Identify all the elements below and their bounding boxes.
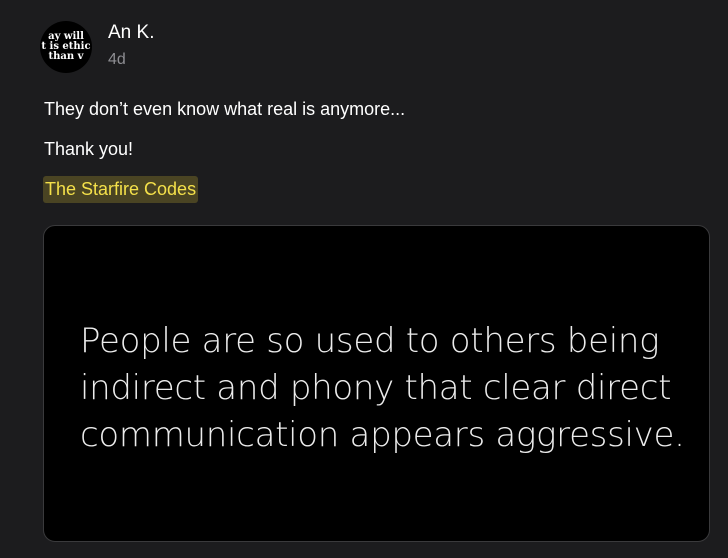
avatar-text-line: than v — [48, 51, 84, 62]
quote-image[interactable]: People are so used to others being indir… — [43, 225, 710, 542]
post-card: ay will t is ethic than v An K. 4d They … — [0, 0, 728, 558]
post-timestamp: 4d — [108, 51, 126, 68]
post-body-line: Thank you! — [44, 139, 134, 159]
quote-line: communication appears aggressive. — [80, 415, 685, 455]
quote-line: People are so used to others being — [80, 321, 660, 361]
quote-text: People are so used to others being indir… — [80, 318, 685, 459]
starfire-codes-link[interactable]: The Starfire Codes — [43, 176, 199, 203]
avatar[interactable]: ay will t is ethic than v — [40, 21, 92, 73]
quote-line: indirect and phony that clear direct — [80, 368, 672, 408]
post-body-line: They don’t even know what real is anymor… — [44, 99, 406, 119]
author-name[interactable]: An K. — [108, 22, 154, 44]
